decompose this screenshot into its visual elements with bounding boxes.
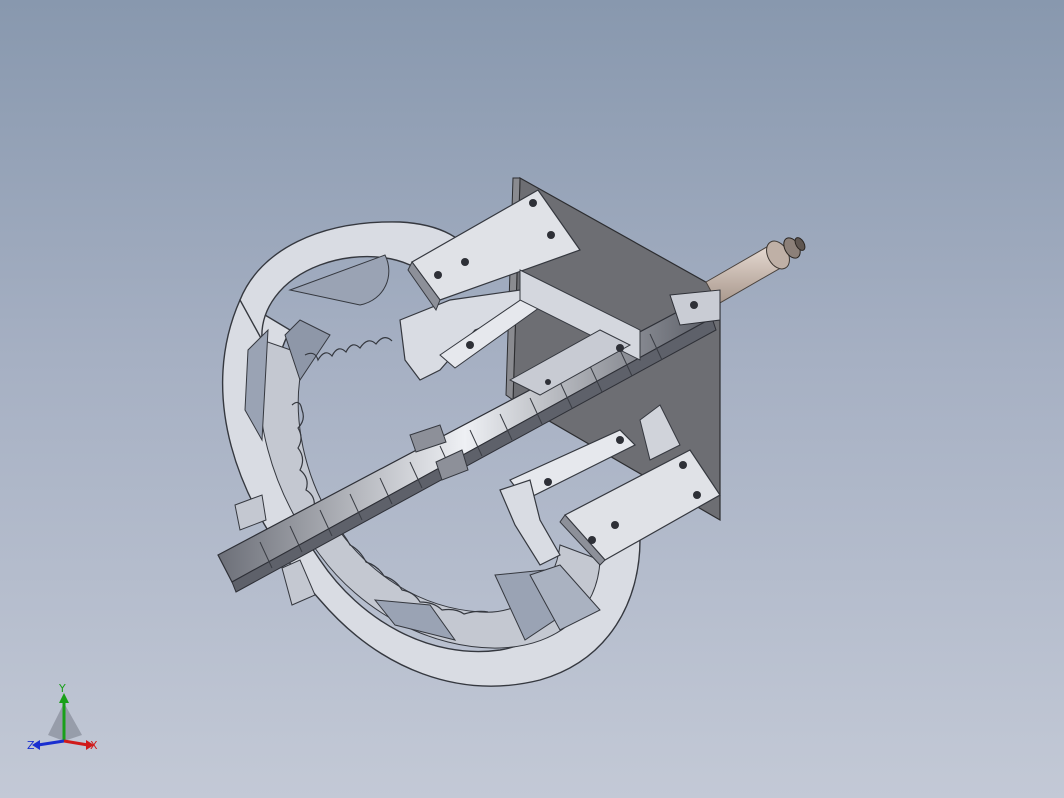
cad-model-view[interactable] (0, 0, 1064, 798)
x-axis-label: X (90, 739, 98, 752)
z-axis-line (37, 739, 65, 747)
z-axis-label: Z (27, 739, 35, 752)
x-axis-line (63, 739, 89, 747)
orientation-triad[interactable]: Y Z X (24, 683, 110, 763)
pneumatic-cylinder[interactable] (705, 235, 807, 305)
graphics-viewport[interactable]: Y Z X (0, 0, 1064, 798)
y-axis-label: Y (59, 682, 66, 695)
